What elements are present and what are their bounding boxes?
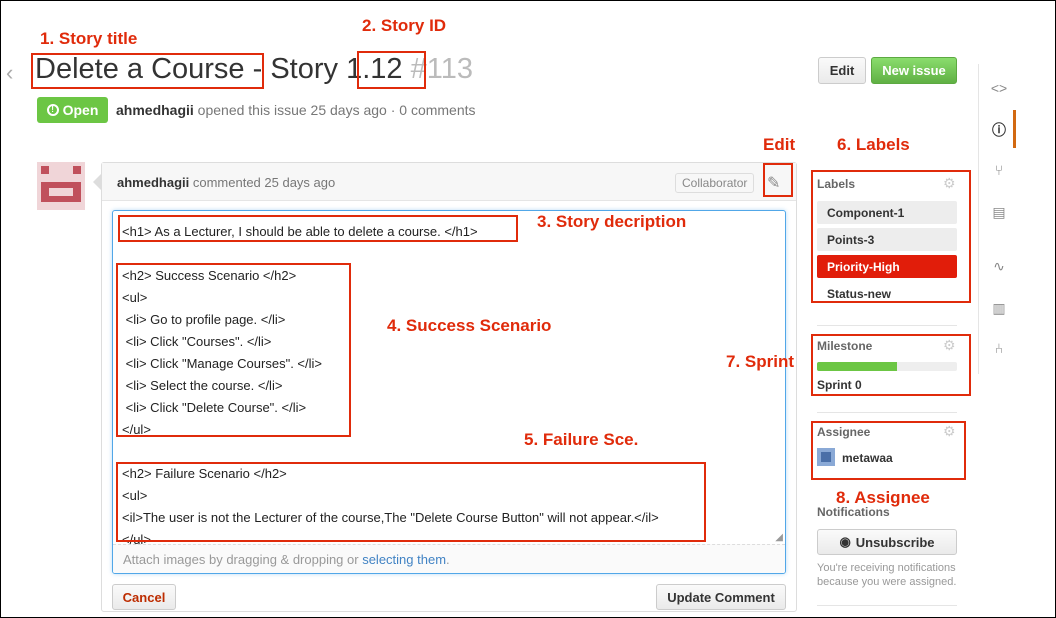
- branch-icon[interactable]: ⑃: [979, 340, 1019, 356]
- comment-arrow: [93, 174, 101, 190]
- code-icon[interactable]: <>: [979, 80, 1019, 96]
- annotation-box-sprint: [811, 334, 971, 396]
- annotation-label-assignee: 8. Assignee: [836, 488, 930, 507]
- graphs-icon[interactable]: ▥: [979, 300, 1019, 317]
- chevron-left-icon[interactable]: ‹: [6, 60, 13, 86]
- attach-end: .: [446, 552, 450, 567]
- attach-images-bar: Attach images by dragging & dropping or …: [113, 544, 785, 573]
- annotation-label-story-id: 2. Story ID: [362, 16, 447, 35]
- cancel-button[interactable]: Cancel: [112, 584, 176, 610]
- annotation-label-story-title: 1. Story title: [40, 29, 138, 48]
- rail-active-indicator: [1013, 110, 1016, 148]
- annotation-box-edit: [763, 163, 793, 197]
- status-badge-label: Open: [62, 102, 99, 118]
- wiki-icon[interactable]: ▤: [979, 204, 1019, 221]
- annotation-label-success: 4. Success Scenario: [387, 316, 552, 335]
- mute-icon: ◉: [839, 534, 851, 549]
- avatar[interactable]: [37, 162, 85, 210]
- annotation-label-edit: Edit: [763, 135, 796, 154]
- annotation-box-description: [118, 215, 518, 242]
- issue-meta-text: opened this issue 25 days ago · 0 commen…: [193, 102, 476, 118]
- annotation-box-story-title: [31, 53, 264, 89]
- annotation-box-success: [116, 263, 351, 437]
- sidebar-divider: [817, 325, 957, 326]
- repo-nav-rail: <> ⓘ ⑂ ▤ ∿ ▥ ⑃: [978, 64, 1018, 374]
- pull-request-icon[interactable]: ⑂: [979, 162, 1019, 178]
- sidebar-divider: [817, 412, 957, 413]
- unsubscribe-button[interactable]: ◉ Unsubscribe: [817, 529, 957, 555]
- resize-handle-icon[interactable]: ◢: [775, 532, 783, 543]
- edit-title-button[interactable]: Edit: [818, 57, 866, 84]
- annotation-label-description: 3. Story decription: [537, 212, 687, 231]
- issue-meta: ahmedhagii opened this issue 25 days ago…: [116, 102, 476, 118]
- comment-meta: commented 25 days ago: [189, 175, 336, 190]
- annotation-label-sprint: 7. Sprint: [726, 352, 795, 371]
- new-issue-button[interactable]: New issue: [871, 57, 957, 84]
- comment-author-line: ahmedhagii commented 25 days ago: [117, 175, 335, 190]
- collaborator-badge: Collaborator: [675, 173, 755, 193]
- sidebar-divider: [817, 605, 957, 606]
- annotation-box-assignee: [811, 421, 966, 480]
- select-images-link[interactable]: selecting them: [362, 552, 446, 567]
- annotation-label-labels: 6. Labels: [837, 135, 910, 154]
- annotation-label-failure: 5. Failure Sce.: [524, 430, 639, 449]
- annotation-box-failure: [116, 462, 706, 542]
- issue-author[interactable]: ahmedhagii: [116, 102, 194, 118]
- pulse-icon[interactable]: ∿: [979, 258, 1019, 275]
- comment-header: ahmedhagii commented 25 days ago Collabo…: [102, 163, 796, 201]
- unsubscribe-label: Unsubscribe: [855, 534, 935, 550]
- update-comment-button[interactable]: Update Comment: [656, 584, 786, 610]
- annotation-box-labels: [811, 170, 971, 303]
- status-badge: ! Open: [37, 97, 108, 123]
- annotation-box-story-id: [357, 51, 426, 89]
- attach-text: Attach images by dragging & dropping or: [123, 552, 363, 567]
- comment-author[interactable]: ahmedhagii: [117, 175, 189, 190]
- issue-opened-icon: !: [46, 104, 59, 116]
- notification-note: You're receiving notifications because y…: [817, 562, 957, 588]
